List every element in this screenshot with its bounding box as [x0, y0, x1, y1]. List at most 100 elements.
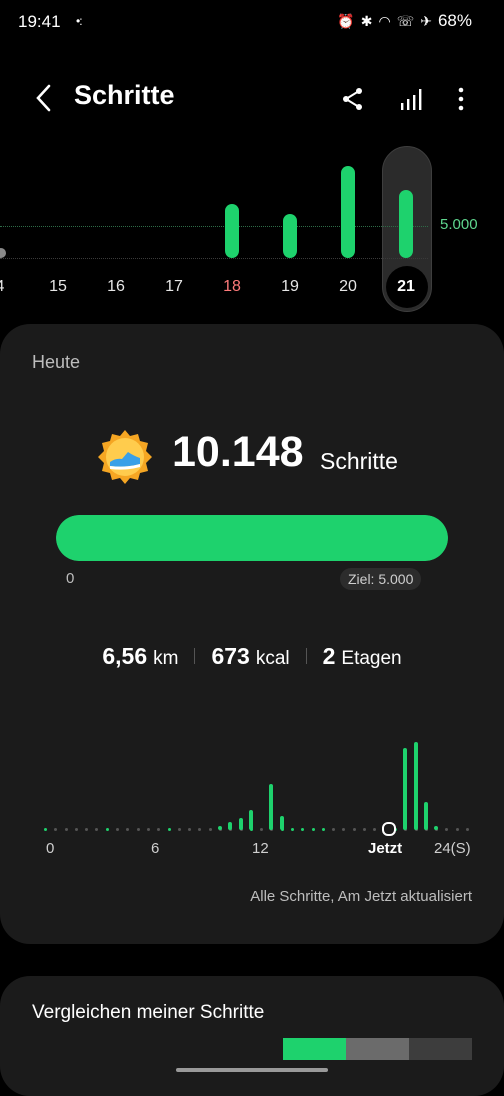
alarm-icon: ⏰	[337, 12, 355, 29]
hour-steps-bar	[434, 826, 438, 830]
hour-dot	[116, 828, 119, 831]
hour-steps-bar	[414, 742, 418, 830]
share-button[interactable]	[338, 84, 368, 114]
compare-segment	[346, 1038, 409, 1060]
hour-dot	[445, 828, 448, 831]
hour-dot	[178, 828, 181, 831]
progress-start-label: 0	[66, 570, 75, 587]
bluetooth-icon: ✱	[360, 12, 373, 29]
goal-line-label: 5.000	[440, 216, 478, 233]
goal-progress-fill	[56, 515, 448, 561]
hour-dot	[106, 828, 109, 831]
hour-dot	[209, 828, 212, 831]
distance-stat: 6,56 km	[102, 643, 179, 669]
more-vertical-icon	[458, 87, 464, 111]
baseline	[0, 258, 428, 259]
compare-card[interactable]	[0, 976, 504, 1096]
hourly-steps-chart	[40, 730, 470, 840]
day-label[interactable]: 17	[154, 278, 194, 296]
day-steps-bar[interactable]	[341, 166, 355, 258]
shoe-medal-icon	[96, 428, 154, 486]
hour-dot	[322, 828, 325, 831]
chart-view-button[interactable]	[396, 84, 426, 114]
hour-dot	[332, 828, 335, 831]
day-label[interactable]: 19	[270, 278, 310, 296]
hour-dot	[157, 828, 160, 831]
hour-steps-bar	[249, 810, 253, 830]
day-steps-bar[interactable]	[283, 214, 297, 258]
hour-steps-bar	[239, 818, 243, 830]
hour-dot	[54, 828, 57, 831]
day-label[interactable]: 20	[328, 278, 368, 296]
wifi-icon: ◠	[378, 12, 391, 29]
hour-steps-bar	[228, 822, 232, 830]
hour-dot	[466, 828, 469, 831]
hour-dot	[353, 828, 356, 831]
calories-stat: 673 kcal	[211, 643, 290, 669]
divider	[194, 648, 196, 664]
hour-steps-bar	[269, 784, 273, 830]
hour-dot	[363, 828, 366, 831]
call-icon: ☏	[396, 12, 415, 29]
hour-dot	[260, 828, 263, 831]
divider	[305, 648, 307, 664]
hour-dot	[312, 828, 315, 831]
back-button[interactable]	[30, 82, 58, 114]
goal-line	[0, 226, 428, 227]
status-time: 19:41	[18, 12, 61, 31]
hour-dot	[301, 828, 304, 831]
hour-dot	[291, 828, 294, 831]
home-indicator	[176, 1068, 328, 1072]
bar-chart-icon	[401, 89, 422, 110]
compare-segment	[409, 1038, 472, 1060]
today-heading: Heute	[32, 352, 81, 372]
steps-count: 10.148	[172, 428, 304, 476]
goal-progress-bar	[56, 515, 448, 561]
updated-note: Alle Schritte, Am Jetzt aktualisiert	[250, 888, 472, 905]
hour-axis-label: 6	[151, 840, 160, 857]
hour-axis-label: 12	[252, 840, 269, 857]
share-icon	[343, 88, 362, 110]
scroll-marker	[0, 248, 6, 258]
day-steps-bar[interactable]	[225, 204, 239, 258]
hour-dot	[342, 828, 345, 831]
hour-dot	[85, 828, 88, 831]
more-button[interactable]	[446, 84, 476, 114]
airplane-icon: ✈	[420, 12, 432, 29]
steps-unit: Schritte	[320, 448, 398, 474]
day-steps-bar[interactable]	[399, 190, 413, 258]
hour-dot	[373, 828, 376, 831]
hour-dot	[75, 828, 78, 831]
notification-dots-icon: •:	[76, 14, 82, 28]
hour-dot	[65, 828, 68, 831]
day-label[interactable]: 18	[212, 278, 252, 296]
goal-chip: Ziel: 5.000	[340, 568, 422, 590]
hour-dot	[188, 828, 191, 831]
battery-level: 68%	[437, 11, 472, 30]
hour-dot	[95, 828, 98, 831]
hour-dot	[198, 828, 201, 831]
day-label[interactable]: 15	[38, 278, 78, 296]
hour-axis-label: 24(S)	[434, 840, 471, 857]
hour-steps-bar	[218, 826, 222, 830]
hour-steps-bar	[280, 816, 284, 830]
hour-dot	[44, 828, 47, 831]
hour-axis-now: Jetzt	[368, 840, 403, 857]
floors-stat: 2 Etagen	[322, 643, 402, 669]
page-title: Schritte	[74, 80, 175, 110]
now-marker	[382, 822, 396, 836]
compare-segment	[283, 1038, 346, 1060]
hour-dot	[456, 828, 459, 831]
hour-dot	[147, 828, 150, 831]
day-label[interactable]: 16	[96, 278, 136, 296]
compare-title: Vergleichen meiner Schritte	[32, 1002, 265, 1023]
chevron-left-icon	[36, 84, 51, 112]
hour-dot	[168, 828, 171, 831]
hour-dot	[126, 828, 129, 831]
day-label[interactable]: 4	[0, 278, 20, 296]
hour-dot	[137, 828, 140, 831]
stats-row: 6,56 km 673 kcal 2 Etagen	[0, 643, 504, 670]
status-icons: ⏰ ✱ ◠ ☏ ✈ 68%	[337, 11, 472, 31]
day-label[interactable]: 21	[386, 278, 426, 296]
hour-steps-bar	[424, 802, 428, 830]
